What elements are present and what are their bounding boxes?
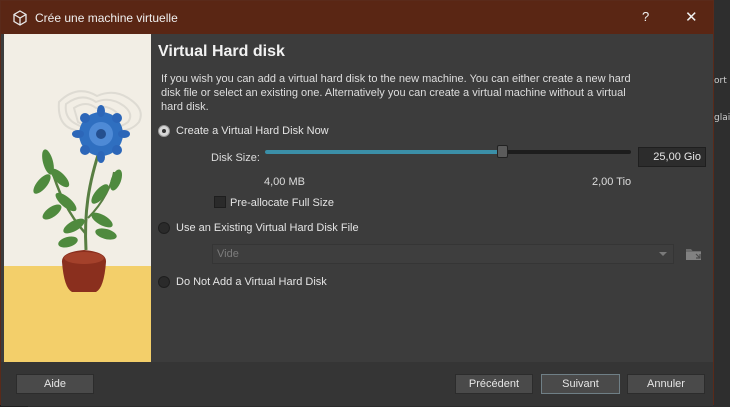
- chevron-down-icon: [659, 252, 667, 256]
- background-text: ort: [714, 76, 727, 86]
- slider-handle[interactable]: [497, 145, 509, 158]
- use-existing-radio[interactable]: [158, 222, 170, 234]
- preallocate-checkbox[interactable]: [214, 196, 226, 208]
- existing-disk-value: Vide: [217, 248, 239, 260]
- background-window-right: ort glais: [712, 0, 730, 407]
- help-button[interactable]: Aide: [16, 374, 94, 394]
- create-disk-radio[interactable]: [158, 125, 170, 137]
- close-icon[interactable]: ✕: [685, 8, 698, 26]
- folder-browse-icon[interactable]: [685, 246, 702, 262]
- title-bar: Crée une machine virtuelle ? ✕: [1, 1, 713, 34]
- next-button[interactable]: Suivant: [541, 374, 620, 394]
- disk-size-input[interactable]: 25,00 Gio: [638, 147, 706, 167]
- virtualbox-icon: [13, 10, 27, 26]
- slider-fill: [265, 150, 503, 154]
- window-title: Crée une machine virtuelle: [35, 11, 178, 25]
- background-text: glais: [714, 113, 730, 123]
- wizard-illustration: [4, 34, 151, 362]
- use-existing-label[interactable]: Use an Existing Virtual Hard Disk File: [176, 222, 359, 234]
- cancel-button[interactable]: Annuler: [627, 374, 705, 394]
- plant-illustration: [4, 34, 151, 362]
- page-heading: Virtual Hard disk: [158, 43, 285, 60]
- previous-button[interactable]: Précédent: [455, 374, 533, 394]
- preallocate-label[interactable]: Pre-allocate Full Size: [230, 197, 334, 209]
- dialog-footer: Aide Précédent Suivant Annuler: [1, 362, 713, 406]
- existing-disk-select[interactable]: Vide: [212, 244, 674, 264]
- create-disk-label[interactable]: Create a Virtual Hard Disk Now: [176, 125, 329, 137]
- disk-size-label: Disk Size:: [211, 152, 260, 164]
- min-size-label: 4,00 MB: [264, 176, 305, 188]
- page-description: If you wish you can add a virtual hard d…: [161, 73, 631, 113]
- no-disk-radio[interactable]: [158, 276, 170, 288]
- help-icon[interactable]: ?: [642, 9, 649, 24]
- disk-size-slider[interactable]: [265, 150, 631, 154]
- max-size-label: 2,00 Tio: [592, 176, 632, 188]
- create-vm-dialog: Crée une machine virtuelle ? ✕ Virtual H…: [0, 0, 714, 406]
- no-disk-label[interactable]: Do Not Add a Virtual Hard Disk: [176, 276, 327, 288]
